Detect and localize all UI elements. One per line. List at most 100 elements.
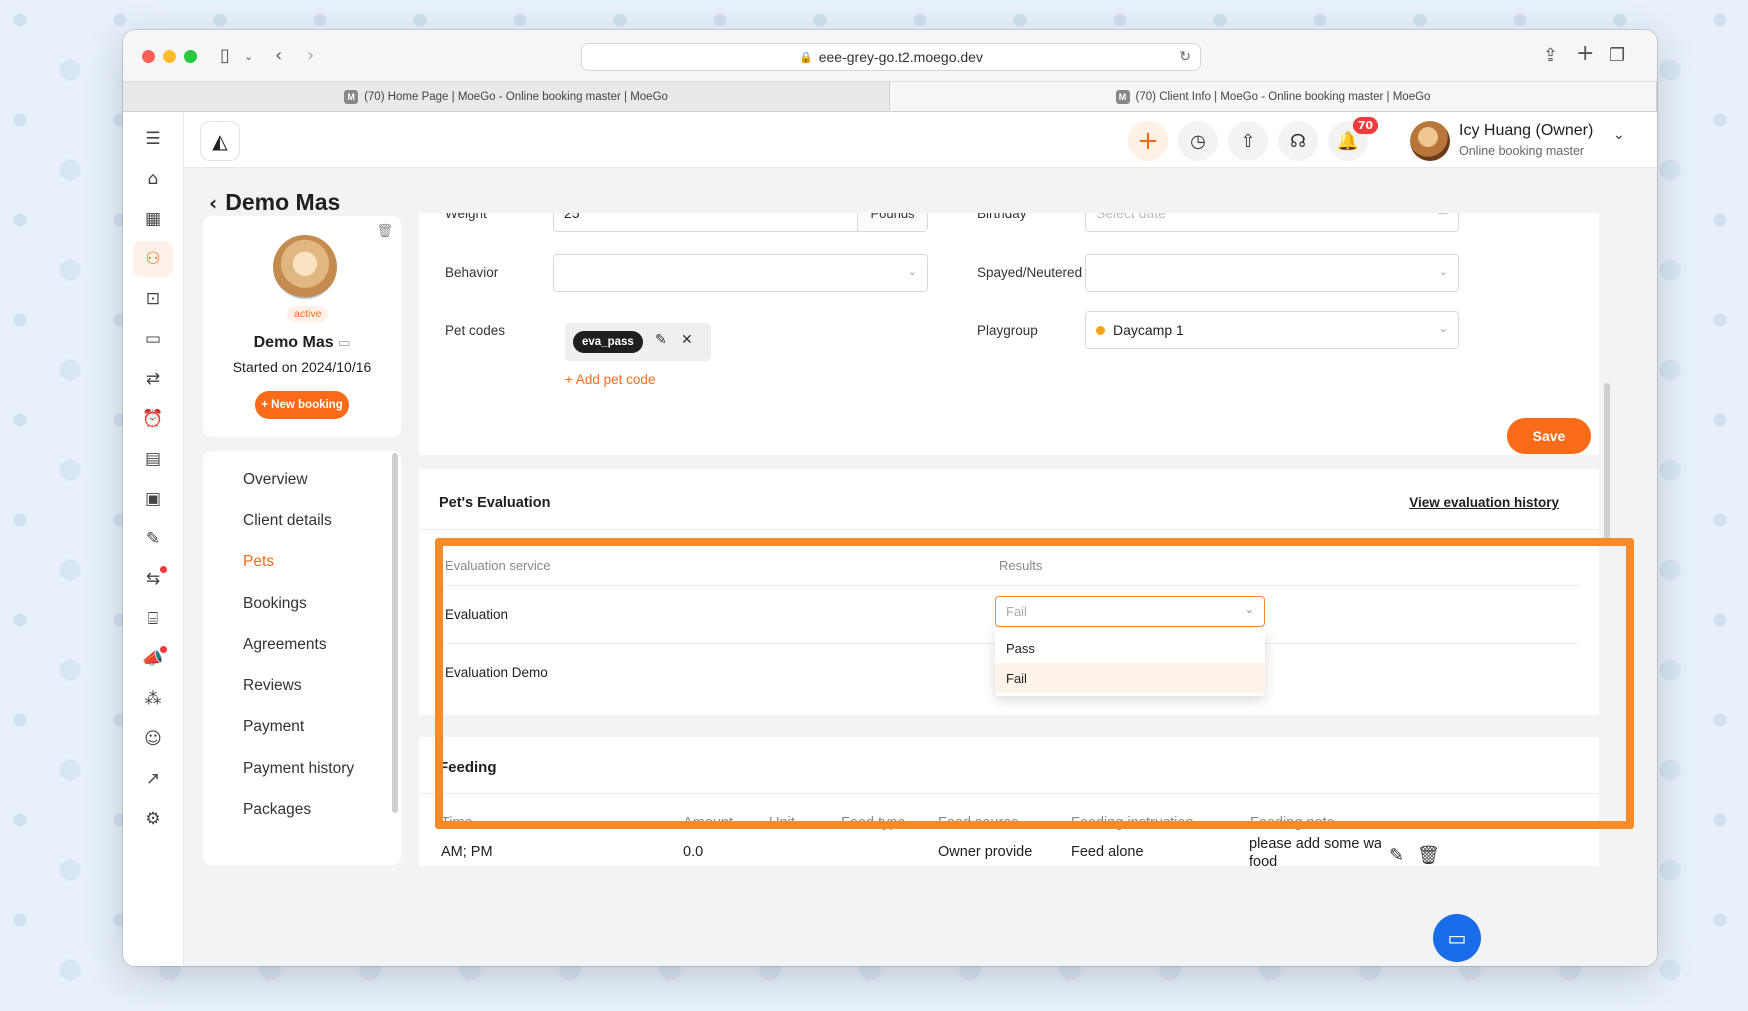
evaluation-result-select[interactable]: Fail ⌄: [995, 596, 1265, 627]
back-arrow-icon[interactable]: ‹: [275, 45, 282, 66]
pet-name: Demo Mas ▭: [253, 334, 351, 351]
add-pet-code-link[interactable]: + Add pet code: [565, 372, 655, 387]
nav-item-client-details[interactable]: Client details: [243, 512, 332, 530]
chevron-down-icon[interactable]: ⌄: [244, 50, 253, 63]
col-amount: Amount: [683, 815, 733, 831]
nav-item-reviews[interactable]: Reviews: [243, 677, 302, 695]
menu-icon[interactable]: ☰: [133, 121, 173, 157]
share-icon[interactable]: ⇪: [1543, 45, 1558, 66]
col-unit: Unit: [769, 815, 795, 831]
nav-item-payment-history[interactable]: Payment history: [243, 760, 354, 778]
chat-support-icon[interactable]: ▭: [1433, 914, 1481, 962]
quick-add-button[interactable]: +: [1128, 121, 1168, 161]
chevron-down-icon[interactable]: ⌄: [1613, 127, 1625, 143]
option-pass[interactable]: Pass: [995, 633, 1265, 663]
nav-item-agreements[interactable]: Agreements: [243, 636, 327, 654]
card-icon[interactable]: ▭: [338, 335, 350, 350]
feeding-title: Feeding: [439, 759, 497, 776]
chevron-down-icon: ⌄: [1438, 322, 1448, 335]
pet-avatar: [273, 235, 337, 299]
browser-tab-home[interactable]: M (70) Home Page | MoeGo - Online bookin…: [123, 82, 890, 111]
edit-pencil-icon[interactable]: ✎: [655, 332, 667, 348]
divider: [419, 529, 1599, 530]
nav-scrollbar[interactable]: [392, 453, 398, 813]
playgroup-color-dot: [1096, 325, 1105, 335]
bank-icon[interactable]: ⌸: [133, 601, 173, 637]
nav-item-bookings[interactable]: Bookings: [243, 595, 307, 613]
finance-icon[interactable]: ▤: [133, 441, 173, 477]
reload-icon[interactable]: ↻: [1179, 49, 1191, 65]
playgroup-select[interactable]: Daycamp 1 ⌄: [1085, 311, 1459, 349]
alert-dot: [160, 646, 167, 653]
clipboard-icon[interactable]: ▣: [133, 481, 173, 517]
alarm-icon[interactable]: ⏰: [133, 401, 173, 437]
settings-gear-icon[interactable]: ⚙: [133, 801, 173, 837]
calendar-icon[interactable]: ▦: [133, 201, 173, 237]
client-nav: Overview Client details Pets Bookings Ag…: [203, 451, 401, 865]
edit-pencil-icon[interactable]: ✎: [1389, 845, 1404, 866]
notification-bell-icon[interactable]: 🔔 70: [1328, 117, 1378, 161]
browser-window: ▯ ⌄ ‹ › 🔒 eee-grey-go.t2.moego.dev ↻ ⇪ +…: [123, 30, 1657, 966]
upload-icon[interactable]: ⇧: [1228, 121, 1268, 161]
results-header: Results: [999, 558, 1043, 573]
maximize-window-button[interactable]: [184, 50, 197, 63]
feeding-card: Feeding Time Amount Unit Food type Food …: [419, 737, 1599, 866]
user-name[interactable]: Icy Huang (Owner): [1459, 122, 1593, 140]
remove-x-icon[interactable]: ✕: [681, 332, 693, 348]
moego-logo-icon[interactable]: ◭: [200, 121, 240, 161]
user-business: Online booking master: [1459, 144, 1585, 158]
message-icon[interactable]: ▭: [133, 321, 173, 357]
save-button[interactable]: Save: [1507, 418, 1591, 454]
team-icon[interactable]: ⁂: [133, 681, 173, 717]
online-booking-icon[interactable]: ⇆: [133, 561, 173, 597]
minimize-window-button[interactable]: [163, 50, 176, 63]
result-placeholder: Fail: [1006, 604, 1027, 619]
birthday-placeholder: Select date: [1096, 213, 1167, 221]
col-time: Time: [441, 815, 473, 831]
support-headset-icon[interactable]: ☊: [1278, 121, 1318, 161]
new-booking-button[interactable]: + New booking: [255, 391, 349, 419]
calendar-icon: ▭: [1438, 213, 1448, 218]
sidebar-toggle-icon[interactable]: ▯: [220, 45, 230, 66]
nav-item-overview[interactable]: Overview: [243, 471, 308, 489]
pet-code-tag[interactable]: eva_pass: [573, 331, 643, 353]
view-evaluation-history-link[interactable]: View evaluation history: [1409, 495, 1559, 510]
retail-bag-icon[interactable]: ⊡: [133, 281, 173, 317]
spayed-neutered-select[interactable]: ⌄: [1085, 254, 1459, 292]
marketing-icon[interactable]: 📣: [133, 641, 173, 677]
spayed-neutered-label: Spayed/Neutered: [977, 265, 1083, 280]
new-tab-icon[interactable]: +: [1576, 41, 1594, 66]
user-avatar[interactable]: [1410, 121, 1450, 161]
delete-trash-icon[interactable]: 🗑: [1417, 845, 1440, 866]
nav-item-pets[interactable]: Pets: [243, 553, 274, 571]
page-scrollbar[interactable]: [1604, 383, 1610, 545]
nav-item-payment[interactable]: Payment: [243, 718, 304, 736]
option-fail[interactable]: Fail: [995, 663, 1265, 693]
back-chevron-icon[interactable]: ‹: [209, 191, 217, 215]
route-icon[interactable]: ⇄: [133, 361, 173, 397]
forward-arrow-icon[interactable]: ›: [307, 45, 314, 66]
browser-tab-client-info[interactable]: M (70) Client Info | MoeGo - Online book…: [890, 82, 1657, 111]
clients-icon[interactable]: ⚇: [133, 241, 173, 277]
smile-icon[interactable]: ☺: [133, 721, 173, 757]
delete-trash-icon[interactable]: 🗑: [376, 224, 393, 239]
weight-input[interactable]: 25 Pounds: [553, 213, 928, 232]
birthday-date-picker[interactable]: Select date ▭: [1085, 213, 1459, 232]
behavior-select[interactable]: ⌄: [553, 254, 928, 292]
pet-details-card: Weight 25 Pounds Birthday Select date ▭ …: [419, 213, 1599, 455]
evaluation-title: Pet's Evaluation: [439, 495, 551, 511]
tab-overview-icon[interactable]: ❐: [1609, 45, 1625, 66]
result-dropdown-menu: Pass Fail: [995, 629, 1265, 696]
page-title-text: Demo Mas: [225, 189, 341, 215]
cell-amount: 0.0: [683, 844, 704, 860]
nav-item-packages[interactable]: Packages: [243, 801, 311, 819]
pen-icon[interactable]: ✎: [133, 521, 173, 557]
reports-chart-icon[interactable]: ↗: [133, 761, 173, 797]
col-feeding-instruction: Feeding instruction: [1071, 815, 1194, 831]
home-icon[interactable]: ⌂: [133, 161, 173, 197]
close-window-button[interactable]: [142, 50, 155, 63]
address-bar[interactable]: 🔒 eee-grey-go.t2.moego.dev ↻: [581, 43, 1201, 71]
tab-title: (70) Home Page | MoeGo - Online booking …: [364, 90, 668, 103]
tab-title: (70) Client Info | MoeGo - Online bookin…: [1135, 90, 1431, 103]
clock-icon[interactable]: ◷: [1178, 121, 1218, 161]
